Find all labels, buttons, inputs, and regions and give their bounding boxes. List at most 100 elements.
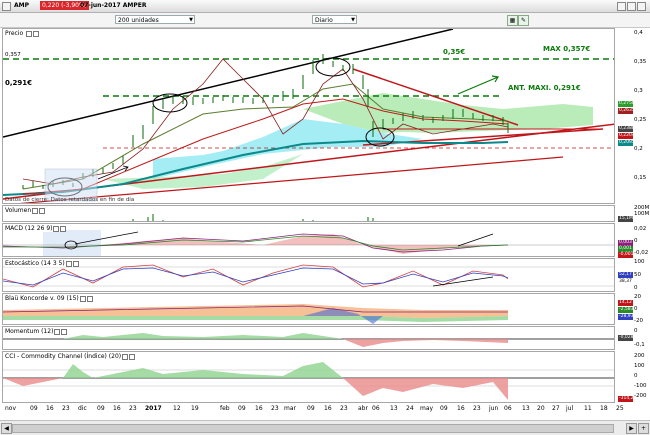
macd-panel-label: MACD (12 26 9) xyxy=(5,225,67,232)
price-axis-tick: 0,35 xyxy=(634,59,647,65)
momentum-panel: Momentum (12) xyxy=(2,326,615,350)
price-axis-tick: 0,4 xyxy=(634,30,643,36)
data-footer-note: Datos de cierre: Datos retardados en fin… xyxy=(5,197,135,203)
edit-icon[interactable] xyxy=(26,30,33,37)
koncorde-chart-svg xyxy=(3,304,508,324)
stochastic-axis: 100 50 0 52,17 38,37 xyxy=(616,258,650,292)
time-axis-label: mar xyxy=(284,405,296,412)
volume-panel: Volumen xyxy=(2,205,615,222)
cci-axis-tick: -100 xyxy=(634,383,647,389)
momentum-tag: -0,028 xyxy=(618,335,634,341)
volume-axis: 200M 100M 15,1M xyxy=(616,205,650,222)
stoch-tag: 52,17 xyxy=(618,272,633,278)
window-icon[interactable] xyxy=(86,295,93,302)
time-axis-label: nov xyxy=(5,405,17,412)
koncorde-panel-label: Blaü Koncorde v. 09 (15) xyxy=(5,295,93,302)
arrow-annotation xyxy=(457,233,494,247)
units-select[interactable]: 200 unidades ▼ xyxy=(115,15,195,24)
macd-axis: 0,02 0 -0,02 0,003 0,001 -0,001 xyxy=(616,223,650,258)
time-axis-label: 09 xyxy=(30,405,38,412)
time-axis-label: 23 xyxy=(129,405,137,412)
time-axis-label: abr xyxy=(358,405,368,412)
close-button[interactable] xyxy=(637,2,646,11)
koncorde-tag: -2,583 xyxy=(618,307,634,313)
units-select-value: 200 unidades xyxy=(118,17,159,24)
price-panel-label: Precio xyxy=(5,30,40,37)
arrow-annotation xyxy=(457,75,499,95)
max-annotation: MAX 0,357€ xyxy=(543,45,591,53)
horizontal-scrollbar[interactable]: ◀ ▶ + xyxy=(0,420,650,435)
price-axis-tick: 0,25 xyxy=(634,117,647,123)
stoch-axis-tick: 0 xyxy=(634,285,638,291)
cci-axis-tick: -200 xyxy=(634,393,647,399)
window-icon[interactable] xyxy=(61,328,68,335)
time-axis-label: 11 xyxy=(584,405,592,412)
ticker-symbol: AMP xyxy=(14,2,30,9)
drawing-tools-icon[interactable]: ✎ xyxy=(518,15,529,26)
time-axis-label: 25 xyxy=(616,405,624,412)
koncorde-axis-tick: 20 xyxy=(634,294,641,300)
time-axis-label: 13 xyxy=(522,405,530,412)
price-chart-svg xyxy=(3,29,614,203)
time-axis-label: 27 xyxy=(552,405,560,412)
edit-icon[interactable] xyxy=(53,225,60,232)
scroll-left-button[interactable]: ◀ xyxy=(1,423,12,434)
cci-label-text: CCI - Commodity Channel (Índice) (20) xyxy=(5,353,122,360)
time-axis-label: jul xyxy=(566,405,574,412)
time-axis-label: feb xyxy=(220,405,230,412)
window-titlebar: AMP 0,220 (-3,90%) 07-jun-2017 AMPER xyxy=(0,0,650,13)
chart-toolbar: 200 unidades ▼ Diario ▼ ▦ ✎ xyxy=(0,13,650,28)
period-select[interactable]: Diario ▼ xyxy=(312,15,357,24)
momentum-panel-label: Momentum (12) xyxy=(5,328,68,335)
volume-bars-svg xyxy=(132,214,509,221)
volume-panel-label: Volumen xyxy=(5,207,46,214)
macd-axis-tick: 0,02 xyxy=(634,226,647,232)
momentum-axis: 0 -0,1 -0,028 xyxy=(616,326,650,350)
mid-level-annotation: 0,35€ xyxy=(443,48,466,56)
maximize-button[interactable] xyxy=(627,2,636,11)
scrollbar-thumb[interactable] xyxy=(12,424,614,433)
chevron-down-icon: ▼ xyxy=(189,17,193,23)
edit-icon[interactable] xyxy=(54,328,61,335)
minimize-button[interactable] xyxy=(617,2,626,11)
koncorde-tag: -28,93 xyxy=(618,314,634,320)
macd-label-text: MACD (12 26 9) xyxy=(5,225,53,232)
window-icon[interactable] xyxy=(33,30,40,37)
window-icon[interactable] xyxy=(129,353,136,360)
cci-axis-tick: 100 xyxy=(634,363,645,369)
time-axis-label: 16 xyxy=(255,405,263,412)
time-axis-label: may xyxy=(420,405,434,412)
time-axis-label: 16 xyxy=(46,405,54,412)
koncorde-axis: 20 0 -20 14,12 -2,583 -28,93 xyxy=(616,293,650,325)
cci-panel: CCI - Commodity Channel (Índice) (20) xyxy=(2,351,615,403)
macd-selection-box xyxy=(43,230,101,256)
time-axis-label: 23 xyxy=(62,405,70,412)
time-axis-label: 09 xyxy=(238,405,246,412)
koncorde-panel: Blaü Koncorde v. 09 (15) xyxy=(2,293,615,325)
edit-icon[interactable] xyxy=(32,207,39,214)
scroll-right-button[interactable]: ▶ xyxy=(626,423,637,434)
window-icon[interactable] xyxy=(72,260,79,267)
momentum-negative xyxy=(343,339,508,347)
window-icon[interactable] xyxy=(39,207,46,214)
price-tag: 0,2758 xyxy=(618,101,635,107)
cci-negative xyxy=(3,378,508,400)
zoom-icon[interactable]: + xyxy=(638,423,649,434)
indicator-chart-icon[interactable]: ▦ xyxy=(507,15,518,26)
chart-settings-icon[interactable] xyxy=(2,2,11,11)
volume-tag: 15,1M xyxy=(618,216,633,222)
window-icon[interactable] xyxy=(60,225,67,232)
momentum-axis-tick: 0 xyxy=(634,328,638,334)
time-axis-label: 12 xyxy=(173,405,181,412)
stochastic-panel: Estocástico (14 3 5) xyxy=(2,258,615,292)
koncorde-label-text: Blaü Koncorde v. 09 (15) xyxy=(5,295,79,302)
edit-icon[interactable] xyxy=(65,260,72,267)
stoch-label-text: Estocástico (14 3 5) xyxy=(5,260,65,267)
edit-icon[interactable] xyxy=(79,295,86,302)
time-axis-label: 16 xyxy=(113,405,121,412)
chevron-down-icon: ▼ xyxy=(351,17,355,23)
stochastic-chart-svg xyxy=(3,264,614,288)
time-axis-label: 24 xyxy=(406,405,414,412)
price-axis-tick: 0,3 xyxy=(634,88,643,94)
edit-icon[interactable] xyxy=(122,353,129,360)
